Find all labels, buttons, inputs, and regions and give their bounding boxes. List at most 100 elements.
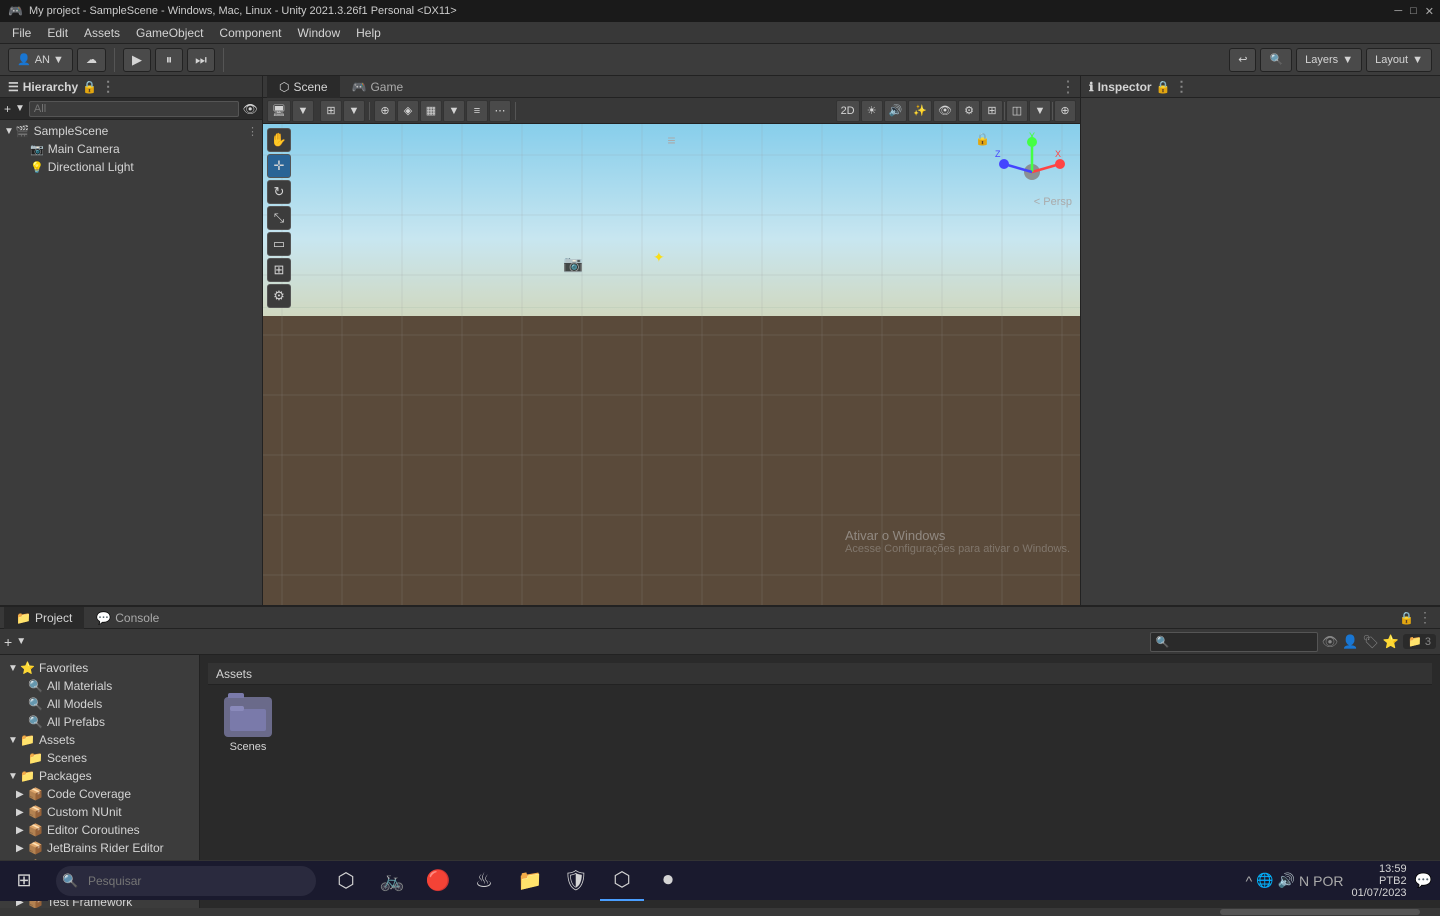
taskbar-search-input[interactable] [56, 866, 316, 896]
menu-window[interactable]: Window [289, 24, 348, 42]
taskbar-clock[interactable]: 13:59 PTB201/07/2023 [1348, 863, 1411, 899]
scene-lock-icon[interactable]: 🔒 [975, 132, 990, 146]
scene-render-btn[interactable]: ◫ [1006, 100, 1028, 122]
scene-render-dropdown[interactable]: ▼ [1029, 100, 1051, 122]
undo-history-button[interactable]: ↩ [1229, 48, 1256, 72]
tab-project[interactable]: 📁 Project [4, 607, 84, 629]
bottom-star-icon[interactable]: ⭐ [1383, 634, 1399, 650]
hierarchy-eye-icon[interactable]: 👁 [243, 102, 258, 116]
taskbar-app-circle[interactable]: 🔴 [416, 861, 460, 901]
layout-dropdown[interactable]: Layout ▼ [1366, 48, 1432, 72]
scene-audio-btn[interactable]: 🔊 [884, 100, 908, 122]
minimize-btn[interactable]: ─ [1394, 5, 1402, 18]
scene-pivot-btn[interactable]: ◈ [397, 100, 419, 122]
taskbar-app-shield[interactable]: 🛡 [554, 861, 598, 901]
taskbar-app-steam[interactable]: ♨ [462, 861, 506, 901]
tree-all-prefabs[interactable]: 🔍 All Prefabs [0, 713, 199, 731]
step-button[interactable]: ⏭ [187, 48, 215, 72]
scene-display-btn[interactable]: 🖥 [267, 100, 291, 122]
menu-component[interactable]: Component [211, 24, 289, 42]
bottom-person-icon[interactable]: 👤 [1342, 634, 1358, 650]
hierarchy-dropdown-arrow[interactable]: ▼ [15, 103, 25, 114]
inspector-lock-icon[interactable]: 🔒 [1156, 80, 1171, 94]
speaker-icon[interactable]: 🔊 [1278, 872, 1295, 889]
network-icon[interactable]: 🌐 [1256, 872, 1273, 889]
scene-extra-btn[interactable]: ⋯ [489, 100, 511, 122]
close-btn[interactable]: ✕ [1425, 5, 1434, 18]
tree-favorites[interactable]: ▼ ⭐ Favorites [0, 659, 199, 677]
pause-button[interactable]: ⏸ [155, 48, 183, 72]
bottom-eye-icon[interactable]: 👁 [1322, 634, 1339, 650]
menu-edit[interactable]: Edit [39, 24, 76, 42]
project-add-icon[interactable]: + [4, 634, 12, 650]
taskbar-app-bike[interactable]: 🚲 [370, 861, 414, 901]
tree-all-materials[interactable]: 🔍 All Materials [0, 677, 199, 695]
hierarchy-item-more-icon[interactable]: ⋮ [247, 125, 258, 138]
scene-vis-group-btn[interactable]: 👁 [933, 100, 957, 122]
play-button[interactable]: ▶ [123, 48, 151, 72]
menu-file[interactable]: File [4, 24, 39, 42]
scene-shading-btn[interactable]: ▼ [292, 100, 314, 122]
tree-custom-nunit[interactable]: ▶ 📦 Custom NUnit [0, 803, 199, 821]
menu-assets[interactable]: Assets [76, 24, 128, 42]
custom-tool-btn[interactable]: ⚙ [267, 284, 291, 308]
nvidia-icon[interactable]: N [1299, 873, 1309, 889]
account-button[interactable]: 👤 AN ▼ [8, 48, 73, 72]
project-dropdown-icon[interactable]: ▼ [16, 636, 26, 647]
hierarchy-more-icon[interactable]: ⋮ [101, 78, 115, 95]
bottom-search-input[interactable] [1150, 632, 1318, 652]
taskbar-app-folder[interactable]: 📁 [508, 861, 552, 901]
tree-editor-coroutines[interactable]: ▶ 📦 Editor Coroutines [0, 821, 199, 839]
scene-visibility-btn[interactable]: ≡ [466, 100, 488, 122]
persp-label[interactable]: < Persp [1034, 196, 1072, 208]
scene-extra2-btn[interactable]: ⊕ [1054, 100, 1076, 122]
rotate-tool-btn[interactable]: ↻ [267, 180, 291, 204]
caret-up-icon[interactable]: ^ [1246, 873, 1253, 889]
notification-icon[interactable]: 💬 [1415, 872, 1432, 889]
taskbar-app-record[interactable]: ⏺ [646, 861, 690, 901]
hierarchy-lock-icon[interactable]: 🔒 [82, 80, 97, 94]
tree-code-coverage[interactable]: ▶ 📦 Code Coverage [0, 785, 199, 803]
tree-jetbrains[interactable]: ▶ 📦 JetBrains Rider Editor [0, 839, 199, 857]
scene-gizmo[interactable]: X Y Z < Persp [992, 132, 1072, 212]
file-item-scenes[interactable]: Scenes [216, 693, 280, 757]
transform-tool-btn[interactable]: ⊞ [267, 258, 291, 282]
scene-lighting-btn[interactable]: ☀ [861, 100, 883, 122]
scene-snap-dropdown[interactable]: ▼ [443, 100, 465, 122]
scene-transform-btn[interactable]: ⊞ [320, 100, 342, 122]
scene-tab-options-icon[interactable]: ⋮ [1060, 77, 1076, 97]
layers-dropdown[interactable]: Layers ▼ [1296, 48, 1362, 72]
tab-scene[interactable]: ⬡ Scene [267, 76, 340, 98]
tree-assets[interactable]: ▼ 📁 Assets [0, 731, 199, 749]
scene-menu-icon[interactable]: ≡ [667, 132, 675, 148]
search-button[interactable]: 🔍 [1260, 48, 1292, 72]
hierarchy-item-samplescene[interactable]: ▼ 🎬 SampleScene ⋮ [0, 122, 262, 140]
scene-snap-btn[interactable]: ▦ [420, 100, 442, 122]
hierarchy-item-directionallight[interactable]: 💡 Directional Light [0, 158, 262, 176]
bottom-more-icon[interactable]: ⋮ [1418, 609, 1432, 626]
taskbar-app-unity[interactable]: ⬡ [600, 861, 644, 901]
scene-transform-dropdown[interactable]: ▼ [343, 100, 365, 122]
tab-console[interactable]: 💬 Console [84, 607, 171, 629]
maximize-btn[interactable]: □ [1410, 5, 1417, 18]
scene-global-btn[interactable]: ⊕ [374, 100, 396, 122]
hierarchy-item-maincamera[interactable]: 📷 Main Camera [0, 140, 262, 158]
scene-camera-object[interactable]: 📷 [563, 254, 583, 274]
move-tool-btn[interactable]: ✛ [267, 154, 291, 178]
menu-gameobject[interactable]: GameObject [128, 24, 211, 42]
scene-light-object[interactable]: ✦ [653, 249, 665, 266]
scene-2d-btn[interactable]: 2D [836, 100, 860, 122]
taskbar-app-task-view[interactable]: ⬡ [324, 861, 368, 901]
scale-tool-btn[interactable]: ⤡ [267, 206, 291, 230]
menu-help[interactable]: Help [348, 24, 389, 42]
scene-fx-btn[interactable]: ✨ [908, 100, 932, 122]
hierarchy-search-input[interactable] [29, 101, 239, 117]
inspector-more-icon[interactable]: ⋮ [1175, 78, 1189, 95]
scene-grid-btn[interactable]: ⊞ [981, 100, 1003, 122]
bottom-lock-icon[interactable]: 🔒 [1399, 611, 1414, 625]
hierarchy-add-icon[interactable]: + [4, 102, 11, 116]
tab-game[interactable]: 🎮 Game [340, 76, 416, 98]
rect-tool-btn[interactable]: ▭ [267, 232, 291, 256]
hand-tool-btn[interactable]: ✋ [267, 128, 291, 152]
start-button[interactable]: ⊞ [0, 861, 48, 901]
